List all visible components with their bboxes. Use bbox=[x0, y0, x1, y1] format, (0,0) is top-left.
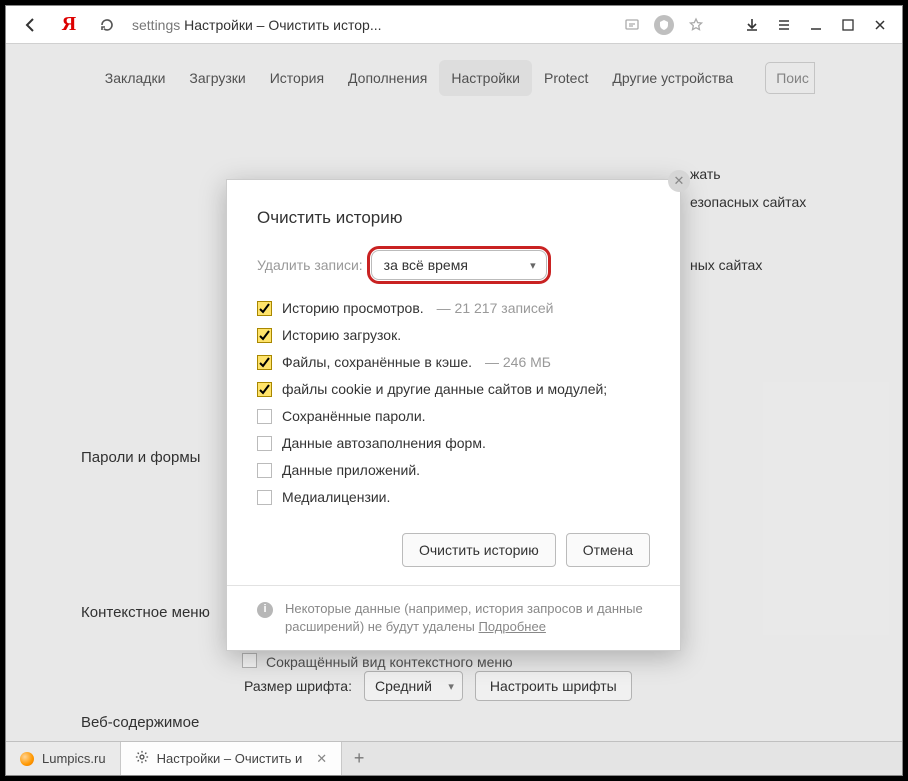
dialog-title: Очистить историю bbox=[257, 208, 650, 228]
omnibox-title: Настройки – Очистить истор... bbox=[184, 17, 381, 33]
omnibox-prefix: settings bbox=[132, 17, 180, 33]
checkbox-row: Данные приложений. bbox=[257, 462, 650, 478]
taskbar-tab-settings[interactable]: Настройки – Очистить и ✕ bbox=[121, 742, 343, 775]
checkbox-row: Данные автозаполнения форм. bbox=[257, 435, 650, 451]
checkbox-label: файлы cookie и другие данные сайтов и мо… bbox=[282, 381, 607, 397]
checkbox-row: Файлы, сохранённые в кэше. — 246 МБ bbox=[257, 354, 650, 370]
checkbox[interactable] bbox=[257, 382, 272, 397]
clear-history-dialog: ✕ Очистить историю Удалить записи: за вс… bbox=[226, 179, 681, 651]
checkbox-row: Историю загрузок. bbox=[257, 327, 650, 343]
checkbox[interactable] bbox=[257, 436, 272, 451]
checkbox-label: Историю просмотров. bbox=[282, 300, 424, 316]
yandex-logo-icon[interactable]: Я bbox=[52, 10, 86, 40]
checkbox-label: Медиалицензии. bbox=[282, 489, 390, 505]
tab-close-icon[interactable]: ✕ bbox=[316, 751, 327, 767]
checkbox-label: Историю загрузок. bbox=[282, 327, 401, 343]
note-link[interactable]: Подробнее bbox=[479, 619, 546, 634]
info-icon: i bbox=[257, 602, 273, 618]
checkbox-label: Данные приложений. bbox=[282, 462, 420, 478]
gear-icon bbox=[135, 750, 149, 767]
checkbox[interactable] bbox=[257, 355, 272, 370]
reload-button[interactable] bbox=[90, 10, 124, 40]
cancel-button[interactable]: Отмена bbox=[566, 533, 650, 567]
taskbar-tab-lumpics[interactable]: Lumpics.ru bbox=[6, 742, 121, 775]
checkbox-row: файлы cookie и другие данные сайтов и мо… bbox=[257, 381, 650, 397]
checkbox-row: Медиалицензии. bbox=[257, 489, 650, 505]
time-range-select[interactable]: за всё время ▾ bbox=[371, 250, 547, 280]
bookmark-star-icon[interactable] bbox=[682, 11, 710, 39]
window-minimize-icon[interactable] bbox=[802, 11, 830, 39]
dialog-note: i Некоторые данные (например, история за… bbox=[227, 585, 680, 650]
shield-icon[interactable] bbox=[650, 11, 678, 39]
clear-button[interactable]: Очистить историю bbox=[402, 533, 556, 567]
checkbox-row: Историю просмотров. — 21 217 записей bbox=[257, 300, 650, 316]
omnibox[interactable]: settings Настройки – Очистить истор... bbox=[128, 10, 382, 40]
close-button[interactable]: ✕ bbox=[668, 170, 690, 192]
feedback-icon[interactable] bbox=[618, 11, 646, 39]
taskbar: Lumpics.ru Настройки – Очистить и ✕ + bbox=[6, 741, 902, 775]
checkbox-label: Данные автозаполнения форм. bbox=[282, 435, 486, 451]
checkbox[interactable] bbox=[257, 328, 272, 343]
chevron-down-icon: ▾ bbox=[530, 259, 536, 272]
back-button[interactable] bbox=[14, 10, 48, 40]
note-text: Некоторые данные (например, история запр… bbox=[285, 601, 643, 634]
checkbox[interactable] bbox=[257, 409, 272, 424]
checkbox-row: Сохранённые пароли. bbox=[257, 408, 650, 424]
downloads-icon[interactable] bbox=[738, 11, 766, 39]
checkbox[interactable] bbox=[257, 463, 272, 478]
favicon-icon bbox=[20, 752, 34, 766]
page-content: Закладки Загрузки История Дополнения Нас… bbox=[6, 44, 902, 741]
checkbox-label: Файлы, сохранённые в кэше. bbox=[282, 354, 472, 370]
checkbox-meta: — 246 МБ bbox=[485, 354, 551, 370]
menu-icon[interactable] bbox=[770, 11, 798, 39]
delete-range-label: Удалить записи: bbox=[257, 257, 363, 273]
checkbox[interactable] bbox=[257, 301, 272, 316]
checkbox-label: Сохранённые пароли. bbox=[282, 408, 426, 424]
window-close-icon[interactable] bbox=[866, 11, 894, 39]
browser-toolbar: Я settings Настройки – Очистить истор... bbox=[6, 6, 902, 44]
checkbox-meta: — 21 217 записей bbox=[437, 300, 554, 316]
new-tab-button[interactable]: + bbox=[342, 742, 376, 775]
window-maximize-icon[interactable] bbox=[834, 11, 862, 39]
checkbox[interactable] bbox=[257, 490, 272, 505]
